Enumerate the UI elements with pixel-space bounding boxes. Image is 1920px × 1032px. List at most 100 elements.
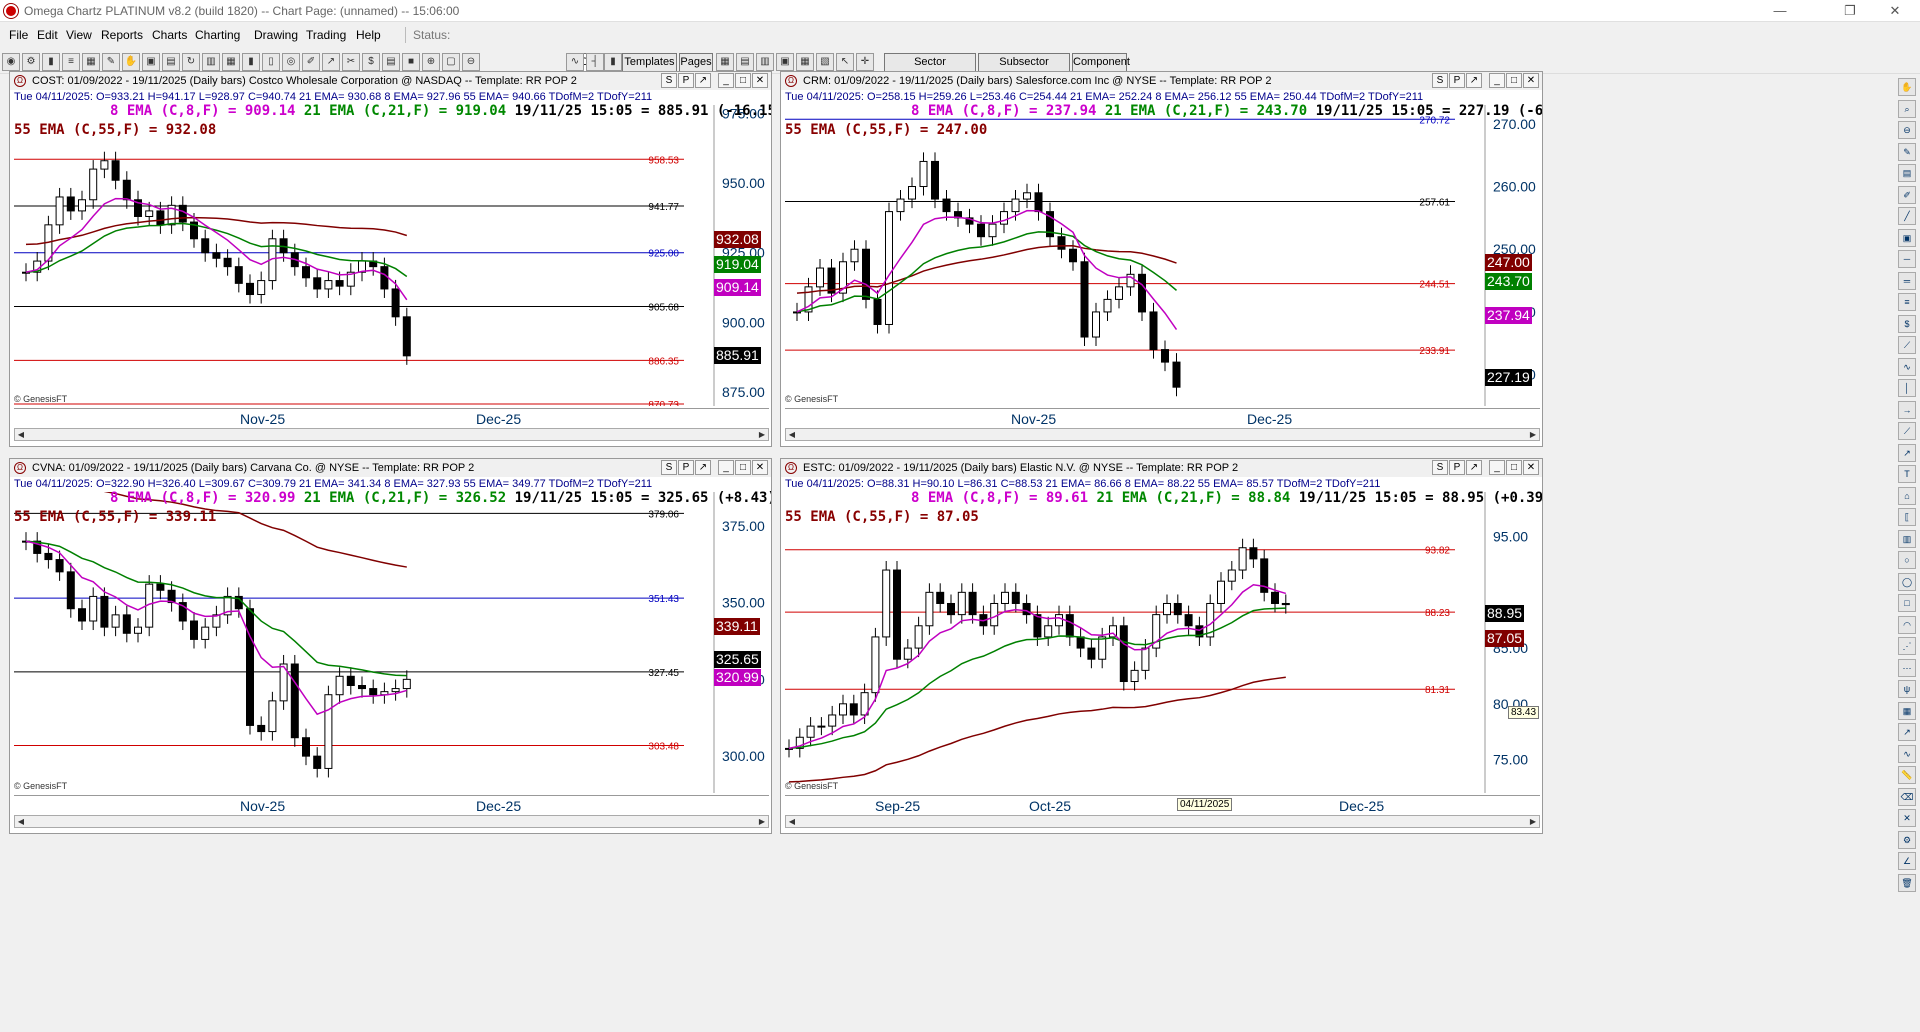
minimize-panel-button[interactable]: _ — [718, 460, 734, 475]
scroll-right-icon[interactable]: ▶ — [756, 816, 768, 827]
vertical-line-icon[interactable]: │ — [1898, 379, 1916, 397]
chart-panel-estc[interactable]: Ω ESTC: 01/09/2022 - 19/11/2025 (Daily ba… — [780, 458, 1543, 834]
format-icon[interactable]: ▦ — [82, 53, 100, 71]
andrews-icon[interactable]: ⋯ — [1898, 658, 1916, 677]
price-plot[interactable]: 379.06 351.43 327.45 303.48 375.00 350.00 325.… — [14, 492, 769, 793]
open-chart-icon[interactable]: ◉ — [2, 53, 20, 71]
trash-icon[interactable]: 🗑 — [1898, 873, 1916, 892]
templates-button[interactable]: Templates — [622, 53, 677, 72]
channel-icon[interactable]: ≡ — [1898, 293, 1916, 311]
settings-icon[interactable]: ⚙ — [1898, 830, 1916, 849]
chart-panel-cvna[interactable]: Ω CVNA: 01/09/2022 - 19/11/2025 (Daily ba… — [9, 458, 772, 834]
component-button[interactable]: Component — [1072, 53, 1130, 72]
p-button[interactable]: P — [678, 73, 694, 88]
crosshair-icon[interactable]: ✛ — [856, 53, 874, 71]
draw-icon[interactable]: ✎ — [1898, 142, 1916, 161]
menu-drawing[interactable]: Drawing — [254, 28, 298, 42]
target-icon[interactable]: ◎ — [282, 53, 300, 71]
scroll-right-icon[interactable]: ▶ — [1527, 816, 1539, 827]
zoom-in-icon[interactable]: ⊕ — [422, 53, 440, 71]
maximize-panel-button[interactable]: □ — [1506, 460, 1522, 475]
export-icon[interactable]: ↗ — [695, 460, 711, 475]
stop-icon[interactable]: ■ — [402, 53, 420, 71]
ruler-icon[interactable]: 📏 — [1898, 766, 1916, 784]
scroll-right-icon[interactable]: ▶ — [1527, 429, 1539, 440]
regression-icon[interactable]: ↗ — [1898, 723, 1916, 741]
hand-icon[interactable]: ✋ — [1898, 78, 1916, 96]
price-plot[interactable]: 958.53 941.77 925.00 905.68 886.35 870.73 975.… — [14, 105, 769, 406]
chart-panel-crm[interactable]: Ω CRM: 01/09/2022 - 19/11/2025 (Daily bar… — [780, 71, 1543, 447]
bracket-icon[interactable]: ⟦ — [1898, 508, 1916, 526]
bars-icon[interactable]: ▮ — [242, 53, 260, 71]
horizontal-scrollbar[interactable]: ◀ ▶ — [785, 815, 1540, 828]
pointer-icon[interactable]: ↖ — [836, 53, 854, 71]
trend-line-icon[interactable]: ╱ — [1898, 207, 1916, 225]
p-button[interactable]: P — [1449, 460, 1465, 475]
horizontal-line-icon[interactable]: ─ — [1898, 250, 1916, 268]
s-button[interactable]: S — [1432, 73, 1448, 88]
image-icon[interactable]: ▣ — [142, 53, 160, 71]
minimize-panel-button[interactable]: _ — [1489, 73, 1505, 88]
layout-6-icon[interactable]: ▧ — [816, 53, 834, 71]
price-plot[interactable]: 93.82 88.23 81.31 95.00 85.00 80.00 75.00 — [785, 492, 1540, 793]
menu-trading[interactable]: Trading — [306, 28, 346, 42]
maximize-panel-button[interactable]: □ — [1506, 73, 1522, 88]
hand-icon[interactable]: ✋ — [122, 53, 140, 71]
close-panel-button[interactable]: ✕ — [752, 73, 768, 88]
calendar-icon[interactable]: ▥ — [202, 53, 220, 71]
menu-edit[interactable]: Edit — [37, 28, 58, 42]
layout-3-icon[interactable]: ▥ — [756, 53, 774, 71]
restore-button[interactable]: ❐ — [1830, 2, 1870, 20]
properties-icon[interactable]: ≡ — [62, 53, 80, 71]
candle-icon[interactable]: ▮ — [604, 53, 622, 71]
horizontal-scrollbar[interactable]: ◀ ▶ — [785, 428, 1540, 441]
refresh-icon[interactable]: ↻ — [182, 53, 200, 71]
gann-box-icon[interactable]: ▥ — [1898, 529, 1916, 548]
scissors-icon[interactable]: ✂ — [342, 53, 360, 71]
ellipse-icon[interactable]: ◯ — [1898, 572, 1916, 591]
p-button[interactable]: P — [1449, 73, 1465, 88]
square-icon[interactable]: □ — [1898, 594, 1916, 612]
draw-chart-icon[interactable]: ▮ — [42, 53, 60, 71]
ohlc-icon[interactable]: ┤ — [586, 53, 604, 71]
sector-button[interactable]: Sector — [884, 53, 976, 72]
close-panel-button[interactable]: ✕ — [1523, 73, 1539, 88]
layout-1-icon[interactable]: ▦ — [716, 53, 734, 71]
speed-line-icon[interactable]: ⟋ — [1898, 336, 1916, 354]
close-panel-button[interactable]: ✕ — [752, 460, 768, 475]
horizontal-ray-icon[interactable]: → — [1898, 400, 1916, 419]
pitchfork-icon[interactable]: ψ — [1898, 680, 1916, 698]
money-icon[interactable]: $ — [362, 53, 380, 71]
minimize-panel-button[interactable]: _ — [1489, 460, 1505, 475]
layout-4-icon[interactable]: ▣ — [776, 53, 794, 71]
chart-icon[interactable]: ▯ — [262, 53, 280, 71]
scroll-right-icon[interactable]: ▶ — [756, 429, 768, 440]
cycle-icon[interactable]: ∿ — [1898, 357, 1916, 376]
menu-charts[interactable]: Charts — [152, 28, 187, 42]
layout-2-icon[interactable]: ▤ — [736, 53, 754, 71]
s-button[interactable]: S — [1432, 460, 1448, 475]
p-button[interactable]: P — [678, 460, 694, 475]
close-panel-button[interactable]: ✕ — [1523, 460, 1539, 475]
menu-charting[interactable]: Charting — [195, 28, 240, 42]
scroll-left-icon[interactable]: ◀ — [786, 429, 798, 440]
zoom-out-icon[interactable]: ⊖ — [1898, 121, 1916, 139]
menu-file[interactable]: File — [9, 28, 28, 42]
zoom-icon[interactable]: ⌕ — [1898, 99, 1916, 118]
maximize-panel-button[interactable]: □ — [735, 73, 751, 88]
menu-view[interactable]: View — [66, 28, 92, 42]
subsector-button[interactable]: Subsector — [978, 53, 1070, 72]
text-icon[interactable]: T — [1898, 465, 1916, 483]
chart-panel-cost[interactable]: Ω COST: 01/09/2022 - 19/11/2025 (Daily ba… — [9, 71, 772, 447]
horizontal-scrollbar[interactable]: ◀ ▶ — [14, 428, 769, 441]
pen-icon[interactable]: ✎ — [102, 53, 120, 71]
cycle-lines-icon[interactable]: ∿ — [1898, 744, 1916, 763]
layout-5-icon[interactable]: ▦ — [796, 53, 814, 71]
angle-icon[interactable]: ∠ — [1898, 852, 1916, 870]
grid-icon[interactable]: ▦ — [222, 53, 240, 71]
parallel-line-icon[interactable]: ═ — [1898, 271, 1916, 290]
horizontal-scrollbar[interactable]: ◀ ▶ — [14, 815, 769, 828]
fib-fan-icon[interactable]: ⋰ — [1898, 637, 1916, 655]
s-button[interactable]: S — [661, 460, 677, 475]
fibonacci-icon[interactable]: ▤ — [1898, 164, 1916, 182]
